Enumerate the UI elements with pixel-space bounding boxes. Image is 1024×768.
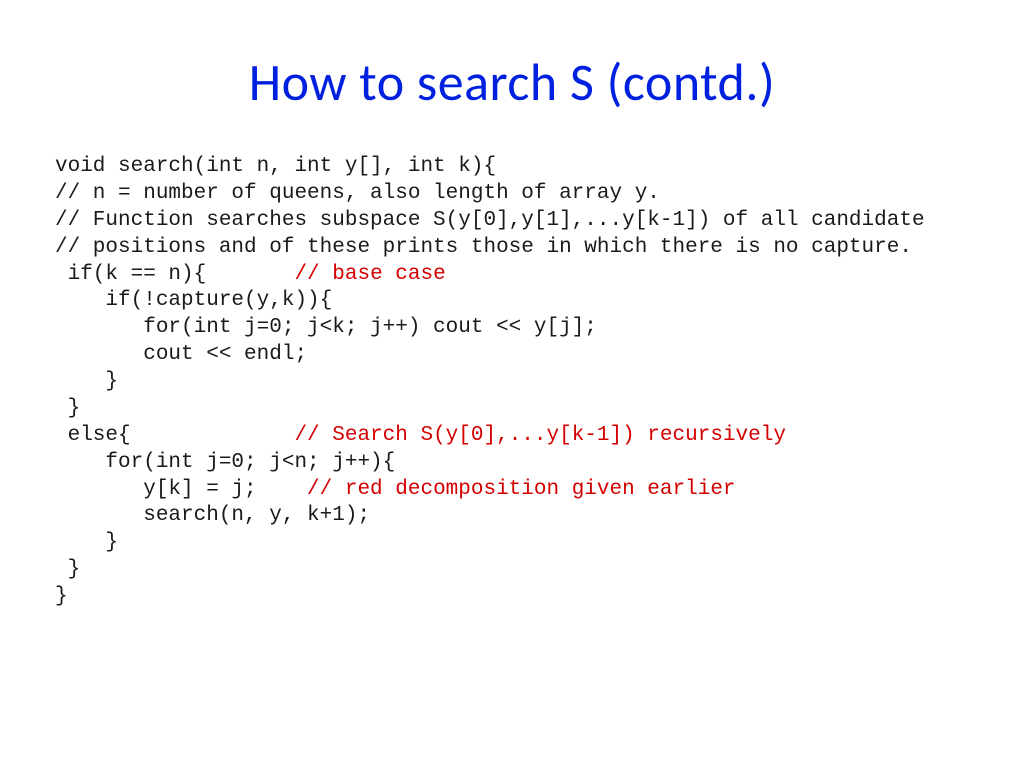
code-block: void search(int n, int y[], int k){ // n… [55, 154, 969, 611]
code-line: else{ [55, 424, 294, 447]
code-line: if(k == n){ [55, 263, 294, 286]
code-line: if(!capture(y,k)){ [55, 289, 332, 312]
code-comment: // Search S(y[0],...y[k-1]) recursively [294, 424, 785, 447]
code-line: } [55, 558, 80, 581]
code-line: for(int j=0; j<n; j++){ [55, 451, 395, 474]
code-line: y[k] = j; [55, 478, 307, 501]
code-line: // positions and of these prints those i… [55, 236, 912, 259]
code-line: for(int j=0; j<k; j++) cout << y[j]; [55, 316, 597, 339]
slide: How to search S (contd.) void search(int… [0, 0, 1024, 768]
code-line: } [55, 370, 118, 393]
code-line: cout << endl; [55, 343, 307, 366]
code-line: void search(int n, int y[], int k){ [55, 155, 496, 178]
code-line: search(n, y, k+1); [55, 504, 370, 527]
code-line: // n = number of queens, also length of … [55, 182, 660, 205]
code-line: } [55, 397, 80, 420]
code-line: } [55, 585, 68, 608]
code-comment: // red decomposition given earlier [307, 478, 735, 501]
code-line: // Function searches subspace S(y[0],y[1… [55, 209, 925, 232]
code-comment: // base case [294, 263, 445, 286]
code-line: } [55, 531, 118, 554]
slide-title: How to search S (contd.) [55, 50, 969, 114]
